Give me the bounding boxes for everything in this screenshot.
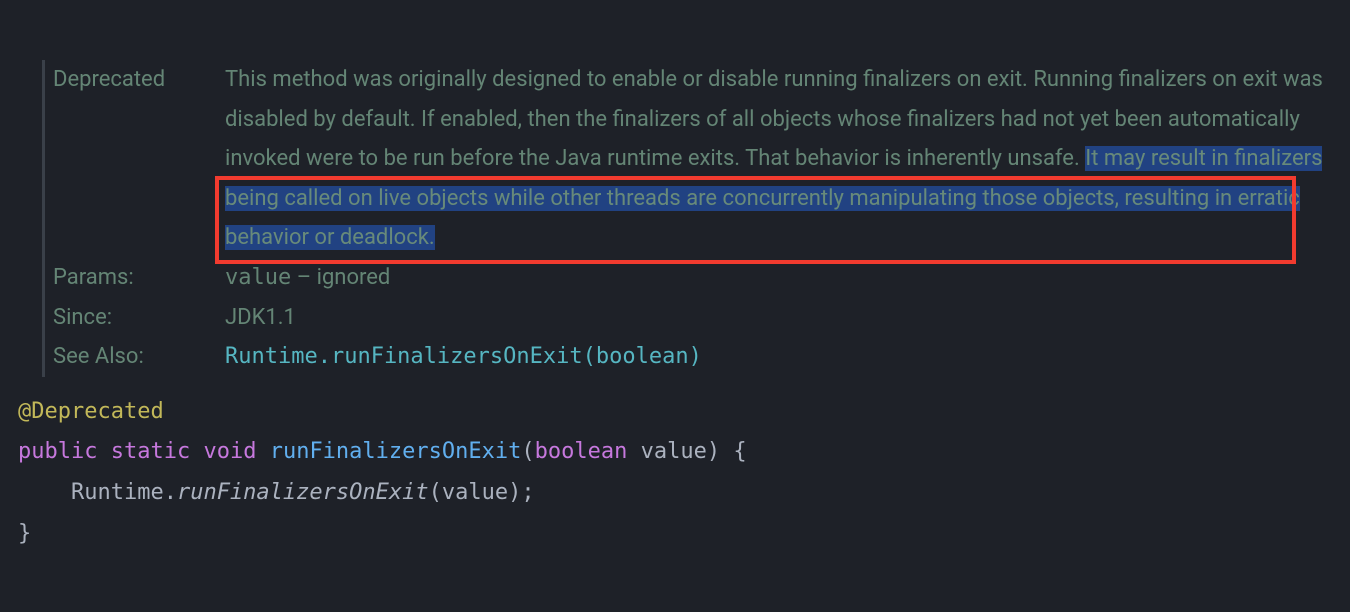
annotation-line: @Deprecated xyxy=(18,392,1350,433)
since-value: JDK1.1 xyxy=(225,298,1350,338)
since-label: Since: xyxy=(53,298,225,338)
since-row: Since: JDK1.1 xyxy=(45,298,1350,338)
deprecated-description[interactable]: This method was originally designed to e… xyxy=(225,60,1350,258)
annotation-deprecated: @Deprecated xyxy=(18,399,164,424)
params-content: value – ignored xyxy=(225,258,1350,298)
method-signature-line: public static void runFinalizersOnExit(b… xyxy=(18,432,1350,473)
editor-root: Deprecated This method was originally de… xyxy=(0,0,1350,555)
close-brace-line: } xyxy=(18,514,1350,555)
seealso-link[interactable]: Runtime.runFinalizersOnExit(boolean) xyxy=(225,344,702,369)
seealso-row: See Also: Runtime.runFinalizersOnExit(bo… xyxy=(45,337,1350,377)
body-dot: . xyxy=(164,480,177,505)
paren-open: ( xyxy=(521,439,534,464)
method-name: runFinalizersOnExit xyxy=(270,439,522,464)
top-spacer xyxy=(0,0,1350,60)
param-value: value xyxy=(641,439,707,464)
body-class: Runtime xyxy=(71,480,164,505)
kw-void: void xyxy=(203,439,256,464)
deprecated-label: Deprecated xyxy=(53,60,225,100)
body-call: (value); xyxy=(429,480,535,505)
deprecated-row: Deprecated This method was originally de… xyxy=(45,60,1350,258)
close-brace: } xyxy=(18,521,31,546)
params-label: Params: xyxy=(53,258,225,298)
param-dash: – xyxy=(291,265,316,290)
method-body-line: Runtime.runFinalizersOnExit(value); xyxy=(18,473,1350,514)
body-method: runFinalizersOnExit xyxy=(177,480,429,505)
kw-boolean: boolean xyxy=(535,439,628,464)
code-block[interactable]: @Deprecated public static void runFinali… xyxy=(0,392,1350,555)
kw-public: public xyxy=(18,439,97,464)
seealso-content: Runtime.runFinalizersOnExit(boolean) xyxy=(225,337,1350,377)
param-desc: ignored xyxy=(317,265,391,290)
params-row: Params: value – ignored xyxy=(45,258,1350,298)
seealso-label: See Also: xyxy=(53,337,225,377)
javadoc-panel: Deprecated This method was originally de… xyxy=(42,60,1350,377)
paren-close-brace: ) { xyxy=(707,439,747,464)
param-name: value xyxy=(225,265,291,290)
kw-static: static xyxy=(111,439,190,464)
